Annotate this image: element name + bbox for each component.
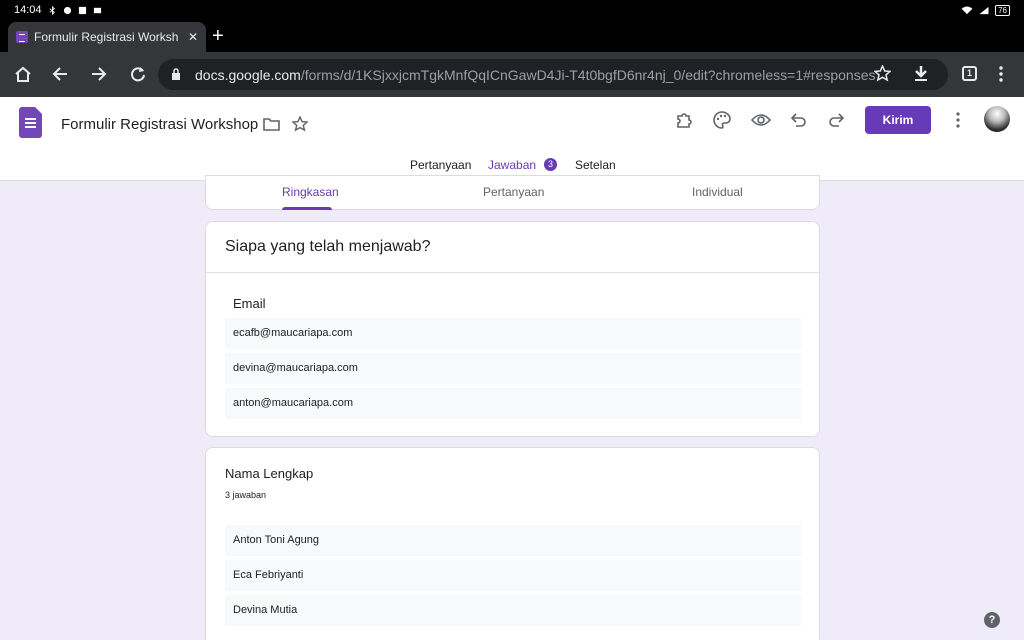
folder-icon[interactable] <box>263 117 280 131</box>
reload-icon[interactable] <box>130 66 146 82</box>
browser-tab[interactable]: Formulir Registrasi Workshop ✕ <box>8 22 206 52</box>
notification-icon-3 <box>93 7 101 13</box>
subtab-question[interactable]: Pertanyaan <box>483 185 544 199</box>
more-options-icon[interactable] <box>955 112 961 128</box>
close-tab-icon[interactable]: ✕ <box>188 30 198 44</box>
notification-icon-2 <box>78 6 86 14</box>
active-subtab-indicator <box>282 207 332 210</box>
star-icon[interactable] <box>292 116 308 132</box>
question-summary-card: Nama Lengkap 3 jawaban Anton Toni Agung … <box>205 447 820 640</box>
palette-icon[interactable] <box>713 111 731 129</box>
browser-tab-title: Formulir Registrasi Workshop <box>34 30 178 44</box>
subtab-individual[interactable]: Individual <box>692 185 743 199</box>
email-row: devina@maucariapa.com <box>225 353 801 384</box>
divider <box>206 272 819 273</box>
answer-row: Eca Febriyanti <box>225 560 801 591</box>
help-icon[interactable]: ? <box>984 612 1000 628</box>
addons-puzzle-icon[interactable] <box>675 111 693 129</box>
forward-icon[interactable] <box>91 66 107 82</box>
responses-count-badge: 3 <box>544 158 557 171</box>
preview-eye-icon[interactable] <box>751 113 771 127</box>
responders-title: Siapa yang telah menjawab? <box>225 238 431 255</box>
form-title[interactable]: Formulir Registrasi Workshop <box>61 116 258 133</box>
answer-row: Anton Toni Agung <box>225 525 801 556</box>
url-text[interactable]: docs.google.com/forms/d/1KSjxxjcmTgkMnfQ… <box>195 67 875 83</box>
bluetooth-icon <box>49 5 55 15</box>
notification-icon <box>63 6 71 14</box>
tab-responses[interactable]: Jawaban <box>488 158 536 172</box>
responses-subtabs: Ringkasan Pertanyaan Individual <box>205 175 820 210</box>
battery-indicator: 76 <box>995 4 1010 16</box>
send-button[interactable]: Kirim <box>865 106 931 134</box>
status-time: 14:04 <box>14 4 42 16</box>
tab-questions[interactable]: Pertanyaan <box>410 158 471 172</box>
bookmark-star-icon[interactable] <box>874 65 891 82</box>
response-count: 3 jawaban <box>225 490 267 500</box>
new-tab-icon[interactable]: + <box>212 25 224 47</box>
email-row: ecafb@maucariapa.com <box>225 318 801 349</box>
question-title: Nama Lengkap <box>225 466 314 481</box>
undo-icon[interactable] <box>791 112 806 127</box>
forms-header: Formulir Registrasi Workshop Kirim Perta… <box>0 97 1024 181</box>
back-icon[interactable] <box>52 66 68 82</box>
browser-menu-icon[interactable] <box>998 66 1004 82</box>
redo-icon[interactable] <box>829 112 844 127</box>
tab-settings[interactable]: Setelan <box>575 158 616 172</box>
email-field-label: Email <box>233 296 266 311</box>
answer-row: Devina Mutia <box>225 595 801 626</box>
email-row: anton@maucariapa.com <box>225 388 801 419</box>
url-host: docs.google.com <box>195 67 301 83</box>
responders-card: Siapa yang telah menjawab? Email ecafb@m… <box>205 221 820 437</box>
browser-tab-strip: Formulir Registrasi Workshop ✕ + <box>0 20 1024 52</box>
download-icon[interactable] <box>913 65 929 82</box>
subtab-summary[interactable]: Ringkasan <box>282 185 339 199</box>
wifi-icon <box>961 5 973 14</box>
tab-switcher-button[interactable]: 1 <box>962 66 977 81</box>
home-icon[interactable] <box>14 66 32 82</box>
status-bar: 14:04 76 <box>0 0 1024 20</box>
account-avatar[interactable] <box>984 106 1010 132</box>
forms-logo-icon[interactable] <box>19 107 42 138</box>
lock-icon[interactable] <box>171 67 181 81</box>
signal-icon <box>979 6 989 14</box>
forms-favicon-icon <box>16 31 28 43</box>
url-path: /forms/d/1KSjxxjcmTgkMnfQqICnGawD4Ji-T4t… <box>300 67 876 83</box>
